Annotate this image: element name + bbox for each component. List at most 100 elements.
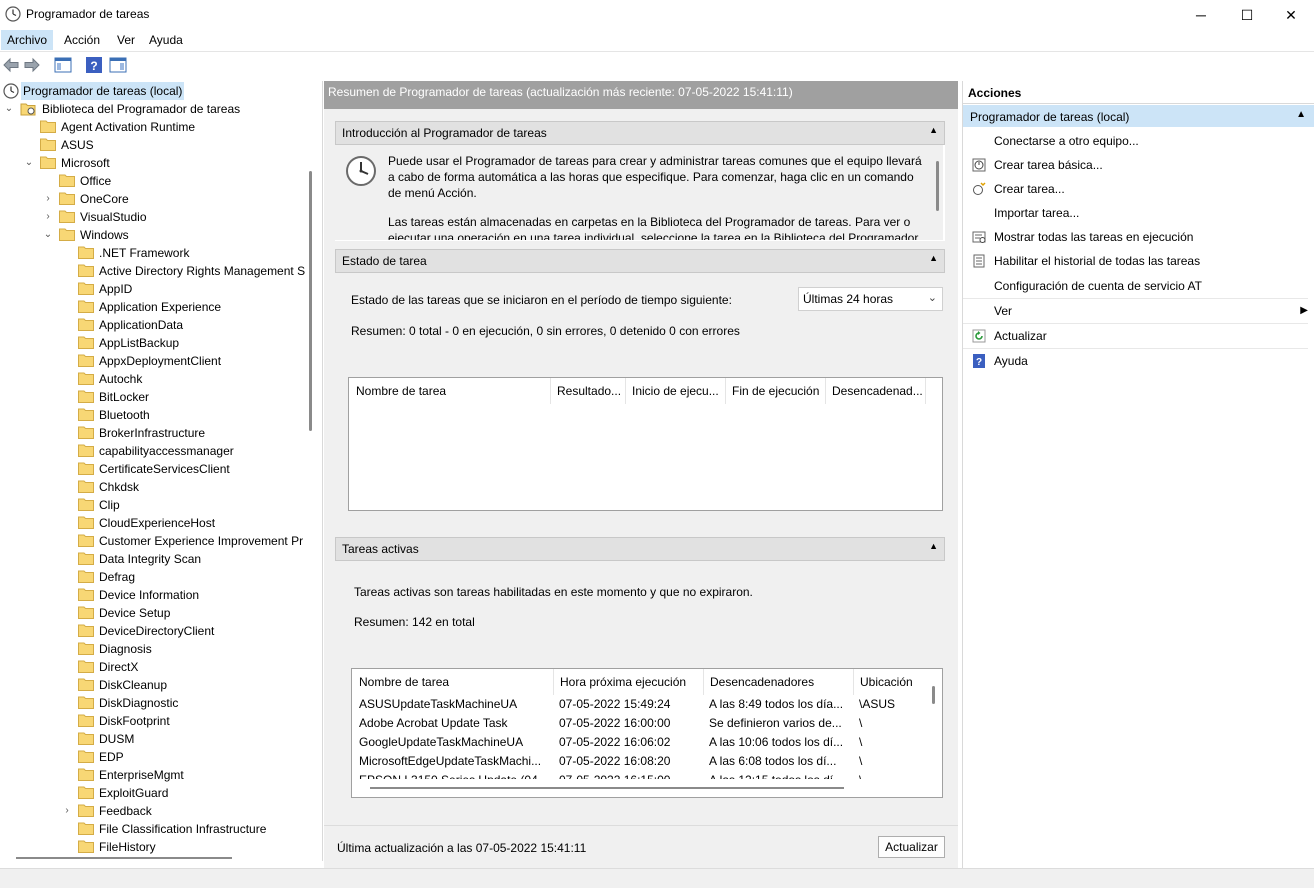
column-header[interactable]: Hora próxima ejecución — [553, 669, 705, 695]
tree-folder-item[interactable]: Device Setup — [0, 604, 310, 622]
maximize-button[interactable]: ☐ — [1224, 0, 1270, 30]
tree-folder-item[interactable]: Diagnosis — [0, 640, 310, 658]
intro-scrollbar[interactable] — [936, 161, 939, 211]
close-button[interactable]: ✕ — [1268, 0, 1314, 30]
tree-library[interactable]: ⌄ Biblioteca del Programador de tareas — [0, 100, 320, 118]
forward-arrow-icon[interactable] — [23, 56, 41, 74]
active-tasks-horizontal-scrollbar[interactable] — [370, 787, 844, 789]
menu-accion[interactable]: Acción — [58, 30, 106, 50]
tree-folder-item[interactable]: › Feedback — [0, 802, 310, 820]
action-item[interactable]: Ver ▶ — [963, 299, 1308, 324]
tree-folder-item[interactable]: AppListBackup — [0, 334, 310, 352]
collapse-icon[interactable]: ▲ — [1296, 109, 1306, 120]
tree-folder-item[interactable]: .NET Framework — [0, 244, 310, 262]
chevron-down-icon[interactable]: ⌄ — [43, 226, 53, 244]
chevron-right-icon[interactable]: › — [62, 802, 72, 820]
tree-folder-item[interactable]: ⌄ Windows — [0, 226, 310, 244]
tree-folder-item[interactable]: › OneCore — [0, 190, 310, 208]
tree-folder-item[interactable]: DiskCleanup — [0, 676, 310, 694]
tree-folder-item[interactable]: Application Experience — [0, 298, 310, 316]
table-row[interactable]: ASUSUpdateTaskMachineUA 07-05-2022 15:49:… — [352, 695, 924, 714]
tree-folder-item[interactable]: DiskDiagnostic — [0, 694, 310, 712]
column-header[interactable]: Inicio de ejecu... — [625, 378, 728, 404]
chevron-right-icon[interactable]: › — [43, 190, 53, 208]
action-item[interactable]: Conectarse a otro equipo... — [963, 129, 1308, 153]
tree-folder-item[interactable]: Autochk — [0, 370, 310, 388]
tree-folder-item[interactable]: ApplicationData — [0, 316, 310, 334]
menu-archivo[interactable]: Archivo — [1, 30, 54, 50]
tree-folder-item[interactable]: capabilityaccessmanager — [0, 442, 310, 460]
active-tasks-header[interactable]: Tareas activas ▲ — [335, 537, 945, 561]
tree-folder-item[interactable]: EnterpriseMgmt — [0, 766, 310, 784]
table-row[interactable]: GoogleUpdateTaskMachineUA 07-05-2022 16:0… — [352, 733, 924, 752]
active-tasks-vertical-scrollbar[interactable] — [932, 686, 935, 704]
menu-ayuda[interactable]: Ayuda — [143, 30, 189, 50]
column-header[interactable]: Desencadenad... — [825, 378, 928, 404]
collapse-icon[interactable]: ▲ — [929, 253, 938, 263]
tree-folder-item[interactable]: DUSM — [0, 730, 310, 748]
tree-folder-item[interactable]: › VisualStudio — [0, 208, 310, 226]
tree-folder-item[interactable]: Office — [0, 172, 310, 190]
action-item[interactable]: Configuración de cuenta de servicio AT — [963, 274, 1308, 299]
tree-folder-item[interactable]: ⌄ Microsoft — [0, 154, 310, 172]
tree-root[interactable]: Programador de tareas (local) — [0, 82, 320, 100]
tree-horizontal-scrollbar[interactable] — [16, 857, 232, 859]
action-item[interactable]: ? Ayuda — [963, 349, 1308, 373]
tree-folder-item[interactable]: DiskFootprint — [0, 712, 310, 730]
table-row[interactable]: Adobe Acrobat Update Task 07-05-2022 16:0… — [352, 714, 924, 733]
tree-folder-item[interactable]: DeviceDirectoryClient — [0, 622, 310, 640]
tree-folder-item[interactable]: ASUS — [0, 136, 310, 154]
tree-folder-item[interactable]: Chkdsk — [0, 478, 310, 496]
table-row[interactable]: EPSON L3150 Series Update (04... 07-05-20… — [352, 771, 924, 779]
tree-folder-item[interactable]: Active Directory Rights Management S — [0, 262, 310, 280]
show-hide-tree-icon[interactable] — [54, 56, 72, 74]
tree-folder-item[interactable]: EDP — [0, 748, 310, 766]
tree-folder-item[interactable]: Defrag — [0, 568, 310, 586]
column-header[interactable]: Nombre de tarea — [356, 378, 546, 404]
column-header[interactable]: Desencadenadores — [703, 669, 855, 695]
help-icon[interactable]: ? — [85, 56, 103, 74]
tree-folder-item[interactable]: CloudExperienceHost — [0, 514, 310, 532]
column-header[interactable]: Ubicación — [853, 669, 930, 695]
tree-folder-item[interactable]: Data Integrity Scan — [0, 550, 310, 568]
tree-folder-item[interactable]: BitLocker — [0, 388, 310, 406]
collapse-icon[interactable]: ▲ — [929, 541, 938, 551]
column-header[interactable]: Nombre de tarea — [359, 669, 549, 695]
column-header[interactable]: Fin de ejecución — [725, 378, 828, 404]
tree-folder-item[interactable]: BrokerInfrastructure — [0, 424, 310, 442]
tree-vertical-scrollbar[interactable] — [309, 171, 312, 431]
tree-folder-item[interactable]: DirectX — [0, 658, 310, 676]
action-item[interactable]: Crear tarea básica... — [963, 153, 1308, 177]
column-header[interactable]: Resultado... — [550, 378, 629, 404]
action-item[interactable]: Crear tarea... — [963, 177, 1308, 201]
tree-folder-item[interactable]: CertificateServicesClient — [0, 460, 310, 478]
tree-folder-item[interactable]: Clip — [0, 496, 310, 514]
chevron-down-icon[interactable]: ⌄ — [4, 100, 14, 118]
task-status-header[interactable]: Estado de tarea ▲ — [335, 249, 945, 273]
tree-folder-item[interactable]: FileHistory — [0, 838, 310, 856]
minimize-button[interactable]: ─ — [1178, 0, 1224, 30]
tree-folder-item[interactable]: Customer Experience Improvement Pr — [0, 532, 310, 550]
tree-folder-item[interactable]: AppxDeploymentClient — [0, 352, 310, 370]
action-item[interactable]: Actualizar — [963, 324, 1308, 349]
actions-group-header[interactable]: Programador de tareas (local) ▲ — [963, 105, 1314, 127]
tree-folder-item[interactable]: AppID — [0, 280, 310, 298]
period-dropdown[interactable]: Últimas 24 horas ⌄ — [798, 287, 943, 311]
action-item[interactable]: Mostrar todas las tareas en ejecución — [963, 225, 1308, 249]
action-item[interactable]: Habilitar el historial de todas las tare… — [963, 249, 1308, 273]
tree-folder-item[interactable]: Device Information — [0, 586, 310, 604]
tree-folder-item[interactable]: ExploitGuard — [0, 784, 310, 802]
table-row[interactable]: MicrosoftEdgeUpdateTaskMachi... 07-05-202… — [352, 752, 924, 771]
tree-folder-item[interactable]: Bluetooth — [0, 406, 310, 424]
intro-section-header[interactable]: Introducción al Programador de tareas ▲ — [335, 121, 945, 145]
chevron-down-icon[interactable]: ⌄ — [24, 154, 34, 172]
refresh-button[interactable]: Actualizar — [878, 836, 945, 858]
action-item[interactable]: Importar tarea... — [963, 201, 1308, 225]
show-hide-action-pane-icon[interactable] — [109, 56, 127, 74]
collapse-icon[interactable]: ▲ — [929, 125, 938, 135]
tree-folder-item[interactable]: Agent Activation Runtime — [0, 118, 310, 136]
tree-folder-item[interactable]: File Classification Infrastructure — [0, 820, 310, 838]
menu-ver[interactable]: Ver — [111, 30, 141, 50]
chevron-right-icon[interactable]: › — [43, 208, 53, 226]
back-arrow-icon[interactable] — [2, 56, 20, 74]
